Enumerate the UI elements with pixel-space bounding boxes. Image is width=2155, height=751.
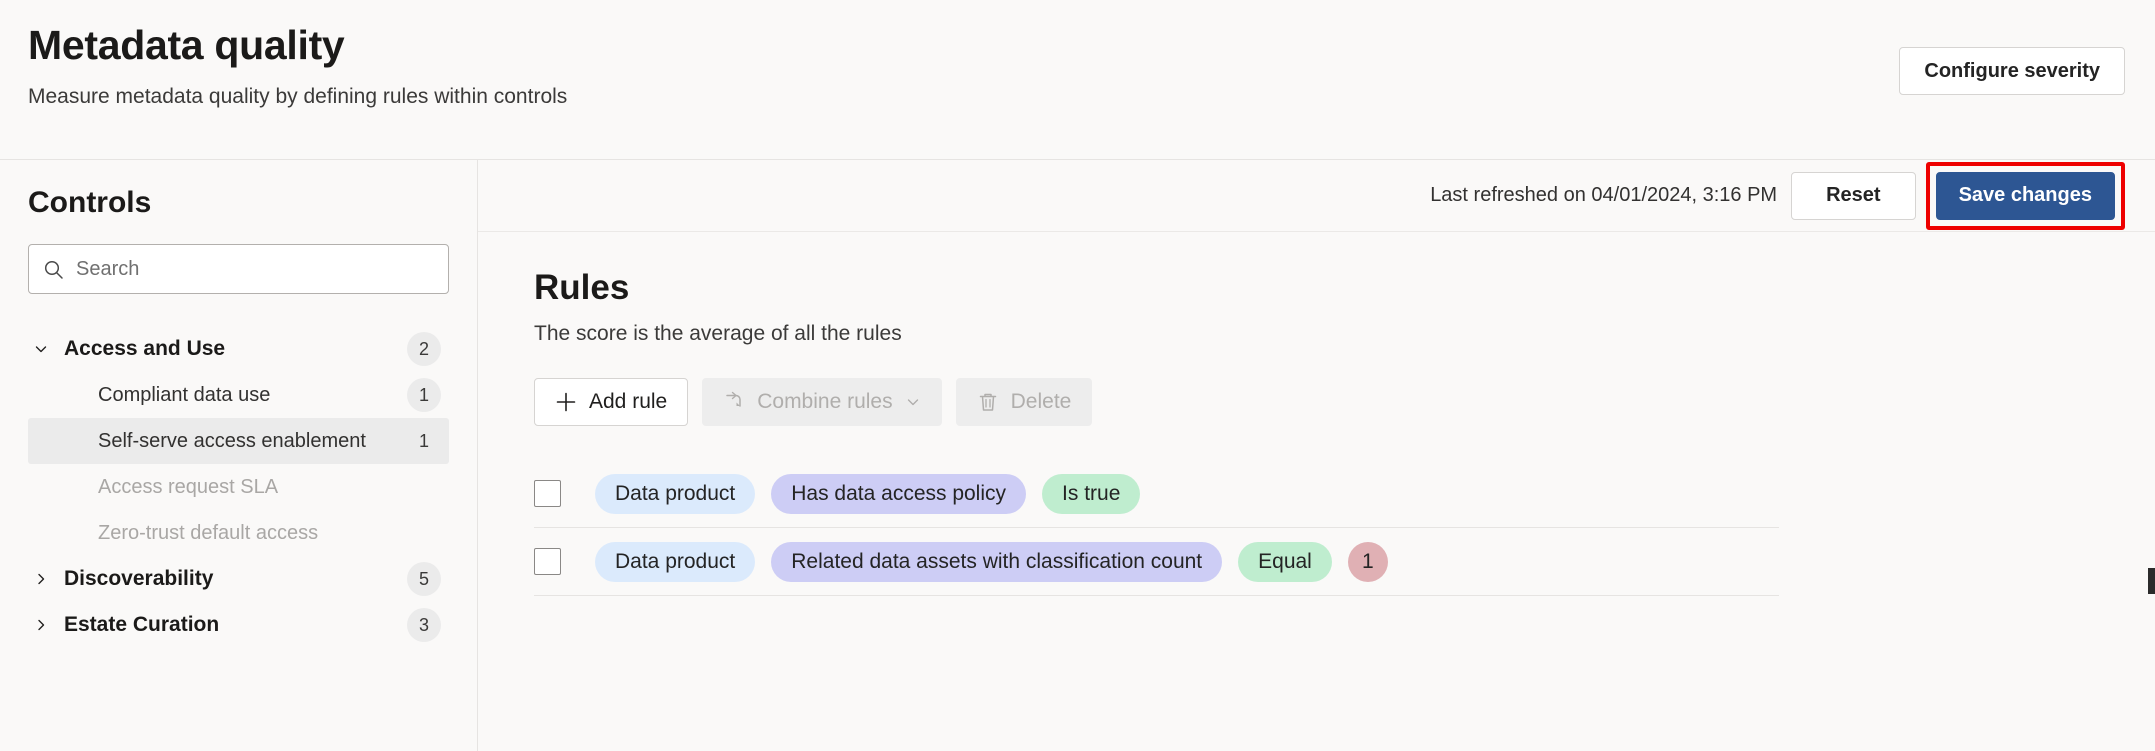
search-icon bbox=[43, 259, 64, 280]
sidebar-title: Controls bbox=[28, 186, 152, 219]
chevron-down-icon bbox=[905, 394, 921, 410]
tree-group-label: Discoverability bbox=[64, 567, 214, 590]
chevron-right-icon bbox=[33, 617, 49, 633]
right-edge-marker bbox=[2148, 568, 2155, 594]
tree-group-2: Estate Curation 3 bbox=[28, 602, 449, 648]
chevron-right-icon bbox=[33, 571, 49, 587]
sidebar-item-access-request-sla: Access request SLA bbox=[28, 464, 449, 510]
rules-subtitle: The score is the average of all the rule… bbox=[534, 322, 902, 345]
page-subtitle: Measure metadata quality by defining rul… bbox=[28, 85, 568, 109]
rule-operator-chip[interactable]: Equal bbox=[1238, 541, 1332, 582]
trash-icon bbox=[977, 391, 999, 413]
plus-icon bbox=[555, 391, 577, 413]
rule-row: Data product Has data access policy Is tru… bbox=[534, 460, 1779, 528]
tree-child-label: Compliant data use bbox=[98, 384, 271, 406]
chevron-down-icon bbox=[33, 341, 49, 357]
main-panel: Last refreshed on 04/01/2024, 3:16 PM Re… bbox=[478, 160, 2155, 751]
rule-entity-chip[interactable]: Data product bbox=[595, 473, 756, 514]
delete-button: Delete bbox=[955, 378, 1093, 426]
rule-select-checkbox[interactable] bbox=[534, 548, 561, 575]
item-count-badge: 1 bbox=[407, 378, 441, 412]
sidebar-item-zero-trust-default-access: Zero-trust default access bbox=[28, 510, 449, 556]
save-changes-highlight: Save changes bbox=[1925, 161, 2125, 230]
action-label: Combine rules bbox=[757, 390, 893, 413]
configure-severity-button[interactable]: Configure severity bbox=[1899, 47, 2125, 95]
tree-group-label: Access and Use bbox=[64, 337, 226, 360]
tree-child-label: Access request SLA bbox=[98, 476, 279, 498]
rule-row: Data product Related data assets with cla… bbox=[534, 528, 1779, 596]
reset-button[interactable]: Reset bbox=[1791, 171, 1916, 220]
group-count-badge: 5 bbox=[407, 562, 441, 596]
controls-tree: Access and Use 2 Compliant data use 1 Self-s… bbox=[28, 326, 449, 648]
rule-select-checkbox[interactable] bbox=[534, 480, 561, 507]
combine-rules-button: Combine rules bbox=[702, 378, 942, 426]
group-count-badge: 3 bbox=[407, 608, 441, 642]
sidebar-group-estate-curation[interactable]: Estate Curation 3 bbox=[28, 602, 449, 648]
tree-group-label: Estate Curation bbox=[64, 613, 220, 636]
last-refreshed-text: Last refreshed on 04/01/2024, 3:16 PM bbox=[1430, 184, 1778, 206]
tree-group-0: Access and Use 2 Compliant data use 1 Self-s… bbox=[28, 326, 449, 556]
rule-attribute-chip[interactable]: Related data assets with classification … bbox=[771, 541, 1223, 582]
rule-actions-toolbar: Add rule Combine rules Delete bbox=[534, 378, 2155, 426]
sidebar-item-compliant-data-use[interactable]: Compliant data use 1 bbox=[28, 372, 449, 418]
page-header: Metadata quality Measure metadata qualit… bbox=[0, 0, 2155, 160]
sidebar-group-discoverability[interactable]: Discoverability 5 bbox=[28, 556, 449, 602]
action-label: Add rule bbox=[589, 390, 668, 413]
body-wrapper: Controls Access and Use 2 Compliant data u… bbox=[0, 160, 2155, 751]
rules-area: Rules The score is the average of all th… bbox=[478, 232, 2155, 596]
tree-group-1: Discoverability 5 bbox=[28, 556, 449, 602]
save-changes-button[interactable]: Save changes bbox=[1935, 171, 2115, 220]
sidebar-group-access-and-use[interactable]: Access and Use 2 bbox=[28, 326, 449, 372]
merge-icon bbox=[723, 391, 745, 413]
rule-entity-chip[interactable]: Data product bbox=[595, 541, 756, 582]
item-count-badge: 1 bbox=[418, 430, 429, 451]
controls-sidebar: Controls Access and Use 2 Compliant data u… bbox=[0, 160, 478, 751]
sidebar-item-self-serve-access-enablement[interactable]: Self-serve access enablement 1 bbox=[28, 418, 449, 464]
rule-operator-chip[interactable]: Is true bbox=[1042, 473, 1141, 514]
rules-list: Data product Has data access policy Is tru… bbox=[534, 460, 1779, 596]
search-input[interactable] bbox=[76, 257, 434, 281]
page-title: Metadata quality bbox=[28, 22, 345, 68]
tree-child-label: Self-serve access enablement bbox=[98, 430, 366, 452]
tree-child-label: Zero-trust default access bbox=[98, 522, 319, 544]
action-label: Delete bbox=[1010, 390, 1072, 413]
add-rule-button[interactable]: Add rule bbox=[534, 378, 689, 426]
rule-attribute-chip[interactable]: Has data access policy bbox=[771, 473, 1027, 514]
main-toolbar: Last refreshed on 04/01/2024, 3:16 PM Re… bbox=[478, 160, 2155, 232]
rule-value-chip[interactable]: 1 bbox=[1347, 541, 1388, 582]
rules-title: Rules bbox=[534, 268, 630, 307]
search-box[interactable] bbox=[28, 244, 449, 294]
group-count-badge: 2 bbox=[407, 332, 441, 366]
